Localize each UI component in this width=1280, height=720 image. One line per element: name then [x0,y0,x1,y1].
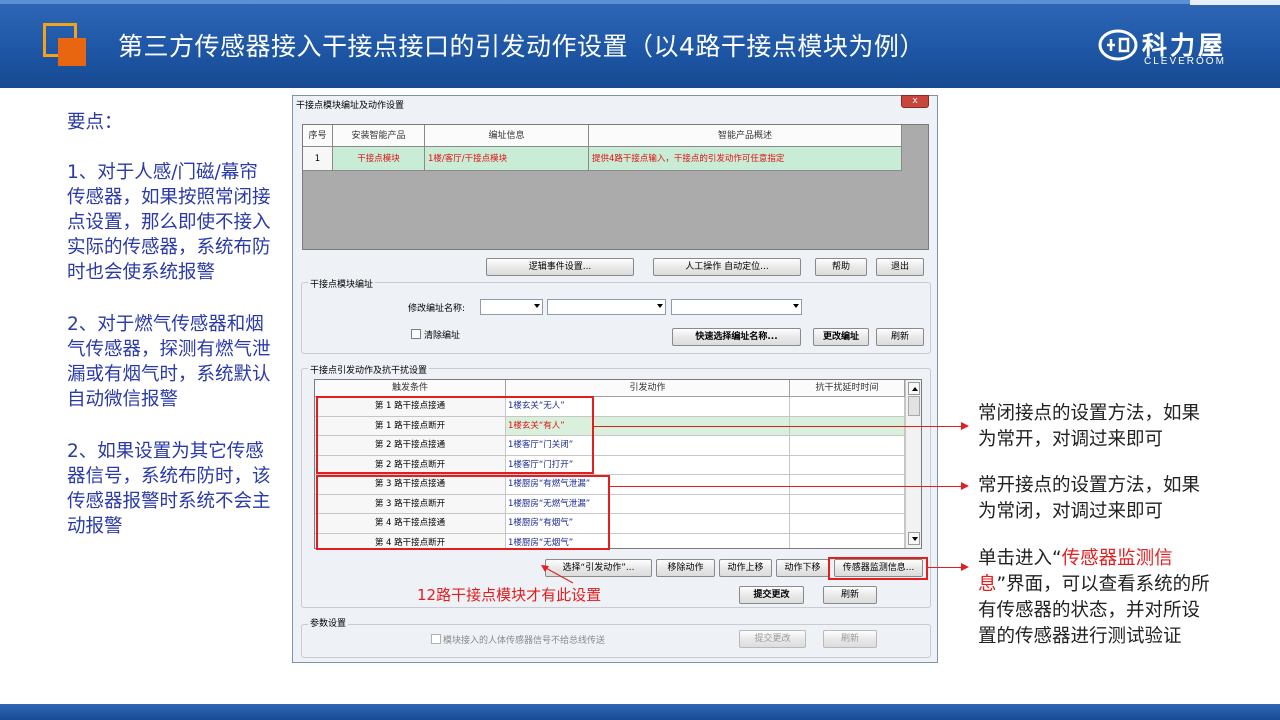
arrow-up-icon [541,565,574,584]
scroll-up-icon[interactable] [908,382,920,395]
col-header-description: 智能产品概述 [589,125,902,147]
scroll-thumb[interactable] [908,396,920,416]
highlight-box-no [316,475,610,550]
arrow-line-nc [594,426,961,427]
arrow-head-icon [961,422,969,430]
scroll-down-icon[interactable] [908,532,920,545]
annotation-monitor-pre: 单击进入“ [978,548,1062,569]
col-header-product: 安装智能产品 [333,125,425,147]
key-point-2: 2、对于燃气传感器和烟气传感器，探测有燃气泄漏或有烟气时，系统默认自动微信报警 [67,314,271,410]
brand-logo: 科力屋 CLEVEROOM [1098,24,1258,68]
delay-cell [790,514,905,534]
param-refresh-button[interactable]: 刷新 [823,630,877,648]
slide-title: 第三方传感器接入干接点接口的引发动作设置（以4路干接点模块为例） [118,32,925,61]
change-address-button[interactable]: 更改编址 [813,328,869,346]
arrow-head-icon [961,482,969,490]
vertical-scrollbar[interactable] [905,380,921,548]
annotation-nc: 常闭接点的设置方法，如果为常开，对调过来即可 [978,403,1201,450]
brand-name-en: CLEVEROOM [1144,56,1226,67]
move-up-button[interactable]: 动作上移 [719,559,772,577]
param-submit-button[interactable]: 提交更改 [739,630,806,648]
action-section-label: 干接点引发动作及抗干扰设置 [308,363,430,376]
footer-bar [0,704,1280,720]
delay-cell [790,397,905,417]
delay-cell [790,533,905,548]
key-point-3: 2、如果设置为其它传感器信号，系统布防时，该传感器报警时系统不会主动报警 [67,441,271,537]
header-top-line [0,0,1280,4]
chevron-down-icon [793,304,799,308]
header-accent [1190,0,1280,5]
decor-square-filled [58,38,86,66]
highlight-box-monitor [828,557,928,580]
action-refresh-button[interactable]: 刷新 [823,586,877,604]
quick-select-name-button[interactable]: 快速选择编址名称... [672,328,801,346]
cell-product: 干接点模块 [333,147,425,171]
delay-cell [790,436,905,456]
product-table-header: 序号 安装智能产品 编址信息 智能产品概述 [303,125,902,147]
room-select[interactable] [547,299,666,315]
col-header-trigger: 触发条件 [315,380,506,397]
help-button[interactable]: 帮助 [815,258,867,276]
table-row[interactable]: 1 干接点模块 1楼/客厅/干接点模块 提供4路干接点输入，干接点的引发动作可任… [303,147,902,171]
arrow-line-monitor [928,567,961,568]
param-section-label: 参数设置 [308,616,349,629]
clear-address-checkbox[interactable] [411,329,421,339]
key-points-heading: 要点： [67,112,123,133]
delay-cell [790,494,905,514]
dialog-titlebar: 干接点模块编址及动作设置 x [293,95,937,112]
annotation-no: 常开接点的设置方法，如果为常闭，对调过来即可 [978,475,1201,522]
device-name-select[interactable] [671,299,802,315]
remove-action-button[interactable]: 移除动作 [656,559,715,577]
body-sensor-label: 模块接入的人体传感器信号不给总线传送 [443,636,606,646]
key-point-1: 1、对于人感/门磁/幕帘传感器，如果按照常闭接点设置，那么即使不接入实际的传感器… [67,162,271,283]
action-table-header: 触发条件 引发动作 抗干扰延时时间 [315,380,905,397]
brand-mark-icon [1098,29,1138,61]
body-sensor-checkbox[interactable] [431,634,441,644]
col-header-delay: 抗干扰延时时间 [790,380,905,397]
manual-locate-button[interactable]: 人工操作 自动定位... [653,258,801,276]
cell-description: 提供4路干接点输入，干接点的引发动作可任意指定 [589,147,902,171]
submit-changes-button[interactable]: 提交更改 [739,586,804,604]
delay-cell [790,455,905,475]
arrow-head-icon [961,563,969,571]
addressing-section-label: 干接点模块编址 [308,277,376,290]
cell-address: 1楼/客厅/干接点模块 [425,147,589,171]
dialog-title: 干接点模块编址及动作设置 [296,101,405,111]
cell-index: 1 [303,147,333,171]
addressing-refresh-button[interactable]: 刷新 [876,328,924,346]
key-points: 要点： 1、对于人感/门磁/幕帘传感器，如果按照常闭接点设置，那么即使不接入实际… [67,110,272,539]
chevron-down-icon [657,304,663,308]
clear-address-label: 清除编址 [424,331,461,341]
delay-cell [790,475,905,495]
product-table: 序号 安装智能产品 编址信息 智能产品概述 1 干接点模块 1楼/客厅/干接点模… [302,124,929,250]
col-header-index: 序号 [303,125,333,147]
annotation-monitor: 单击进入“传感器监测信息”界面，可以查看系统的所有传感器的状态，并对所设置的传感… [978,546,1218,650]
chevron-down-icon [534,304,540,308]
floor-select[interactable] [480,299,543,315]
col-header-address: 编址信息 [425,125,589,147]
move-down-button[interactable]: 动作下移 [776,559,829,577]
logic-event-button[interactable]: 逻辑事件设置... [486,258,634,276]
exit-button[interactable]: 退出 [876,258,924,276]
annotation-monitor-post: ”界面，可以查看系统的所有传感器的状态，并对所设置的传感器进行测试验证 [978,574,1210,647]
rename-label: 修改编址名称: [408,304,466,314]
close-icon[interactable]: x [901,95,929,108]
slide-header: 第三方传感器接入干接点接口的引发动作设置（以4路干接点模块为例） 科力屋 CLE… [0,0,1280,88]
arrow-line-no [610,486,961,487]
highlight-box-nc [316,396,594,474]
twelve-way-note: 12路干接点模块才有此设置 [417,586,602,604]
col-header-action: 引发动作 [506,380,790,397]
